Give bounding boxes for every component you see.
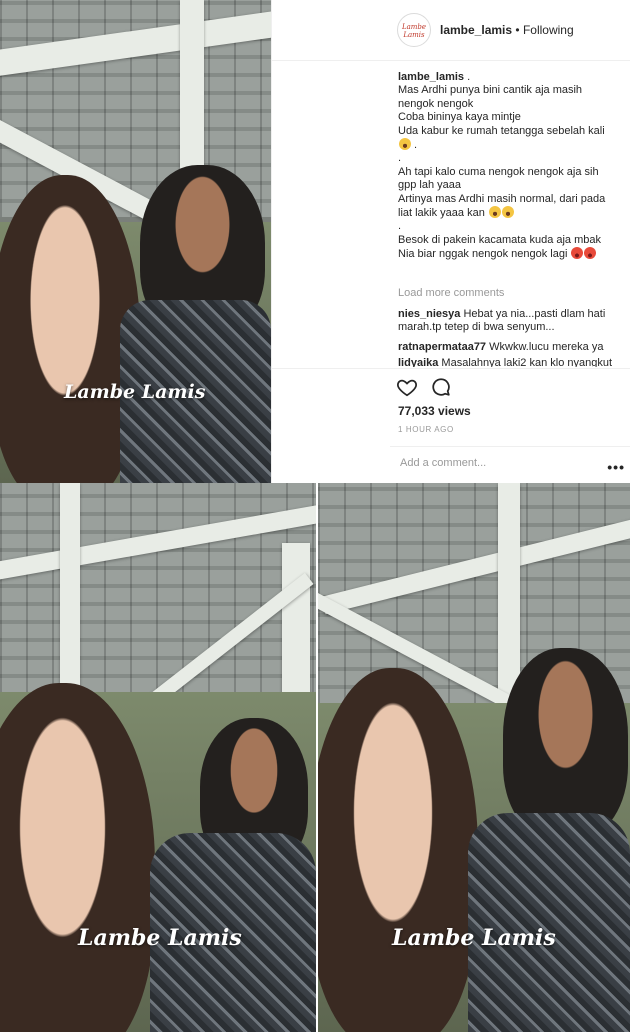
woman: [0, 175, 140, 483]
caption: lambe_lamis . Mas Ardhi punya bini canti…: [398, 71, 623, 262]
instagram-post-panel: Lambe Lamis lambe_lamis • Following lamb…: [271, 0, 630, 483]
man: [503, 648, 628, 838]
comment-text: Wkwkw.lucu mereka ya: [489, 341, 604, 353]
caption-username[interactable]: lambe_lamis: [398, 71, 464, 83]
caption-line: Artinya mas Ardhi masih normal, dari pad…: [398, 192, 606, 205]
comment-item: lidyaika Masalahnya laki2 kan klo nyangk…: [398, 357, 623, 367]
comment-text: Masalahnya laki2 kan klo nyangkut: [441, 357, 613, 367]
comment-username[interactable]: nies_niesya: [398, 308, 460, 320]
header-text: lambe_lamis • Following: [440, 23, 574, 37]
watermark-text: Lambe Lamis: [392, 925, 556, 951]
heart-icon[interactable]: [396, 376, 418, 398]
avatar-logo: Lambe Lamis: [401, 23, 427, 39]
watermark-text: Lambe Lamis: [78, 925, 242, 951]
video-frame-top[interactable]: Lambe Lamis: [0, 0, 271, 483]
caption-line: nengok nengok: [398, 97, 474, 110]
caption-line: liat lakik yaaa kan: [398, 207, 485, 220]
comment-item: nies_niesya Hebat ya nia...pasti dlam ha…: [398, 308, 623, 335]
post-header: Lambe Lamis lambe_lamis • Following: [272, 0, 630, 61]
video-frame-bottom-right[interactable]: Lambe Lamis: [318, 483, 630, 1032]
header-username[interactable]: lambe_lamis: [440, 23, 512, 37]
laughing-emoji-icon: [501, 206, 514, 219]
post-timestamp: 1 HOUR AGO: [398, 425, 454, 434]
actions-divider: [272, 368, 630, 370]
header-separator: •: [515, 23, 523, 37]
angry-face-emoji-icon: [571, 247, 584, 260]
caption-line-with-emoji: liat lakik yaaa kan: [398, 206, 623, 220]
angry-face-emoji-icon: [584, 247, 597, 260]
caption-line: Nia biar nggak nengok nengok lagi: [398, 248, 568, 261]
caption-line: Besok di pakein kacamata kuda aja mbak: [398, 233, 602, 246]
add-comment-row: •••: [390, 446, 630, 483]
caption-line-with-emoji: Nia biar nggak nengok nengok lagi: [398, 247, 623, 261]
comment-username[interactable]: lidyaika: [398, 357, 438, 367]
man-shirt: [468, 813, 630, 1032]
laughing-emoji-icon: [399, 138, 411, 151]
comment-item: ratnapermataa77 Wkwkw.lucu mereka ya: [398, 341, 623, 354]
caption-line: Coba bininya kaya mintje: [398, 111, 521, 124]
caption-line: Mas Ardhi punya bini cantik aja masih: [398, 84, 583, 97]
watermark-text: Lambe Lamis: [64, 381, 206, 403]
add-comment-input[interactable]: [398, 456, 592, 470]
follow-status[interactable]: Following: [523, 23, 574, 37]
caption-line: .: [398, 152, 402, 165]
laughing-emoji-icon: [488, 206, 501, 219]
comment-username[interactable]: ratnapermataa77: [398, 341, 486, 353]
caption-line: gpp lah yaaa: [398, 179, 461, 192]
caption-line: Uda kabur ke rumah tetangga sebelah kali: [398, 124, 605, 137]
caption-emoji-line: .: [398, 138, 623, 152]
roof-beam: [60, 483, 80, 713]
view-count: 77,033 views: [398, 404, 471, 418]
avatar[interactable]: Lambe Lamis: [397, 13, 431, 47]
caption-line: .: [398, 220, 402, 233]
woman: [318, 668, 478, 1032]
comment-icon[interactable]: [430, 376, 452, 398]
video-frame-bottom-left[interactable]: Lambe Lamis: [0, 483, 316, 1032]
caption-line: Ah tapi kalo cuma nengok nengok aja sih: [398, 165, 599, 178]
more-options-icon[interactable]: •••: [607, 459, 625, 475]
load-more-comments-link[interactable]: Load more comments: [398, 287, 504, 299]
